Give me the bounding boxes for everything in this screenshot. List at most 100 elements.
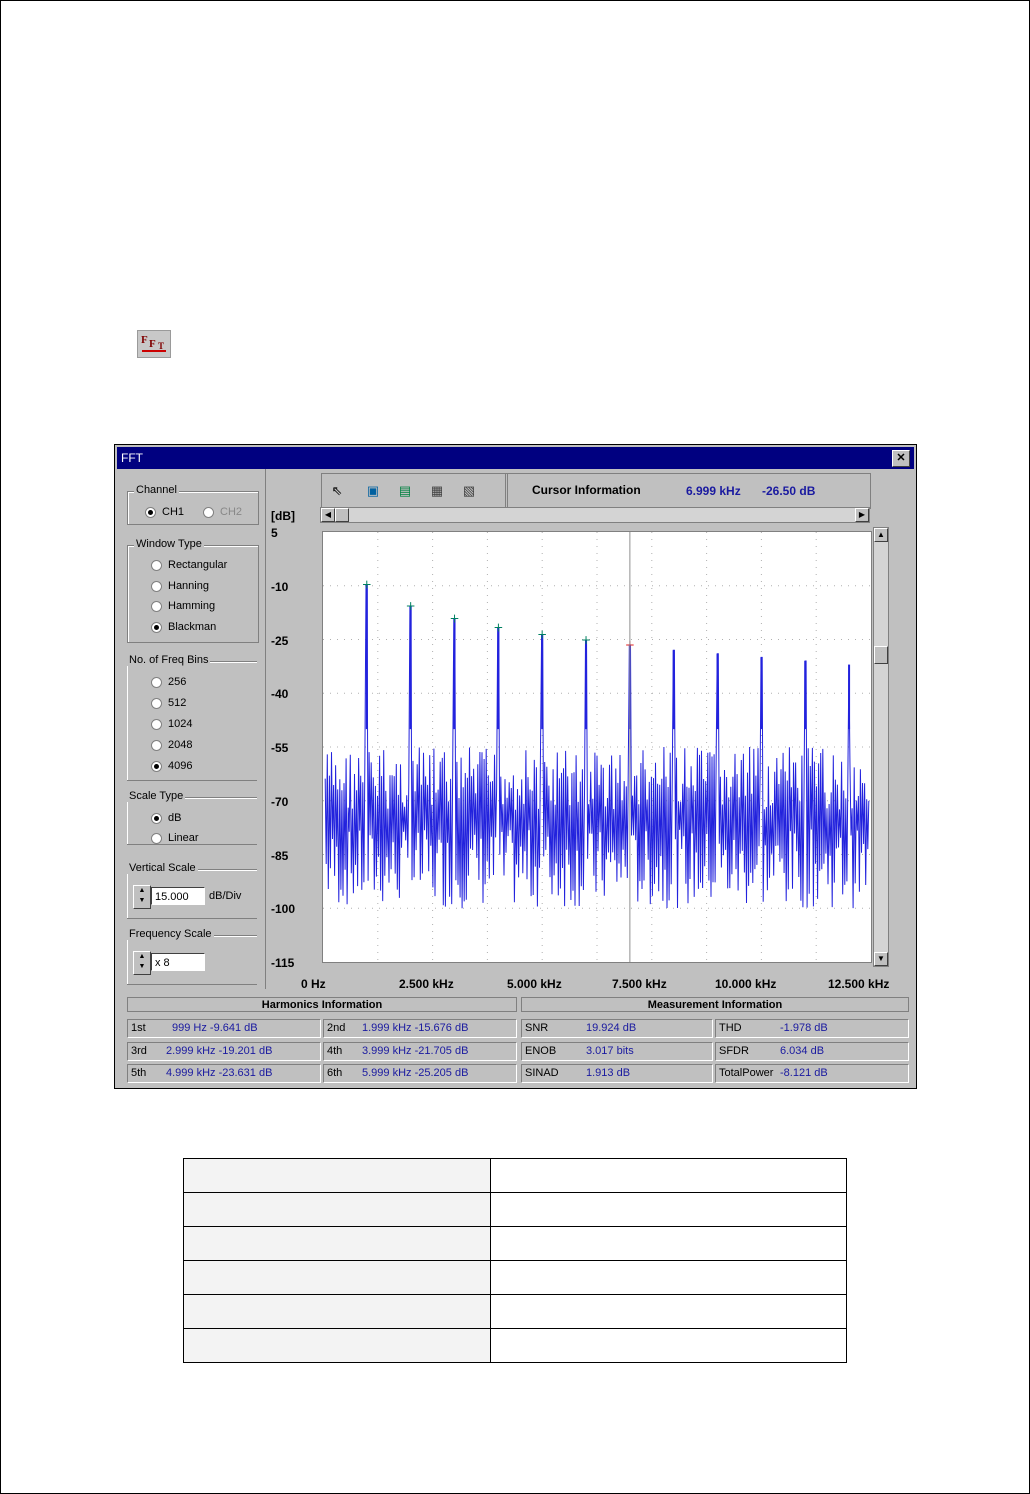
pointer-tool-button[interactable]: ⇖: [326, 480, 348, 502]
cursor-amplitude: -26.50 dB: [762, 484, 816, 498]
fft-icon-glyph: F: [141, 334, 148, 346]
table-cell: [490, 1294, 847, 1329]
table-cell: [183, 1328, 491, 1363]
cursor-info-label: Cursor Information: [532, 483, 641, 497]
radio-scale-db[interactable]: dB: [151, 811, 181, 825]
measurement-row: SNR 19.924 dB: [521, 1019, 713, 1038]
table-cell: [490, 1158, 847, 1193]
table-row: [183, 1192, 847, 1227]
y-tick-label: -10: [271, 579, 289, 594]
table-cell: [183, 1158, 491, 1193]
cursor-freq: 6.999 kHz: [686, 484, 741, 498]
scroll-right-icon[interactable]: ▶: [855, 508, 869, 522]
spinner-up-icon[interactable]: ▲: [139, 953, 146, 960]
harmonics-title: Harmonics Information: [127, 997, 517, 1012]
table-cell: [183, 1226, 491, 1261]
radio-ch2[interactable]: CH2: [203, 505, 242, 519]
bmp-tool-button[interactable]: ▦: [426, 480, 448, 502]
radio-scale-linear[interactable]: Linear: [151, 831, 199, 845]
table-row: [183, 1260, 847, 1295]
table-row: [183, 1294, 847, 1329]
plot-toolbar: ⇖ ▣ ▤ ▦ ▧: [321, 473, 508, 509]
vertical-scale-unit: dB/Div: [209, 890, 242, 902]
table-cell: [183, 1260, 491, 1295]
cursor-info: Cursor Information 6.999 kHz -26.50 dB: [505, 473, 871, 509]
vertical-scale-input[interactable]: 15.000: [151, 887, 205, 905]
harmonic-row: 5th 4.999 kHz -23.631 dB: [127, 1064, 321, 1083]
scroll-down-icon[interactable]: ▼: [874, 952, 888, 966]
jpg-icon: ▧: [462, 483, 476, 498]
radio-ch1[interactable]: CH1: [145, 505, 184, 519]
y-tick-label: -25: [271, 633, 289, 648]
y-tick-label: -85: [271, 848, 289, 863]
radio-bins-1024[interactable]: 1024: [151, 717, 192, 731]
measurement-title: Measurement Information: [521, 997, 909, 1012]
scroll-up-icon[interactable]: ▲: [874, 528, 888, 542]
title-bar: FFT ✕: [117, 447, 914, 469]
table-row: [183, 1226, 847, 1261]
frequency-scale-spinner[interactable]: ▲ ▼: [133, 951, 151, 975]
radio-bins-512[interactable]: 512: [151, 696, 186, 710]
radio-rectangular[interactable]: Rectangular: [151, 558, 227, 572]
close-icon: ✕: [896, 452, 906, 464]
window-type-label: Window Type: [134, 538, 204, 550]
radio-bins-4096[interactable]: 4096: [151, 759, 192, 773]
y-tick-label: -70: [271, 794, 289, 809]
radio-blackman[interactable]: Blackman: [151, 620, 216, 634]
spectrum-line: [324, 584, 870, 909]
y-axis-label: [dB]: [271, 509, 295, 523]
fft-icon[interactable]: F F T: [137, 330, 171, 358]
vertical-scrollbar[interactable]: ▲ ▼: [873, 527, 889, 967]
table-cell: [183, 1294, 491, 1329]
radio-bins-2048[interactable]: 2048: [151, 738, 192, 752]
frequency-scale-label: Frequency Scale: [127, 928, 214, 940]
harmonic-row: 2nd 1.999 kHz -15.676 dB: [323, 1019, 517, 1038]
x-tick-label: 2.500 kHz: [399, 977, 454, 991]
y-tick-label: 5: [271, 526, 278, 540]
harmonic-marker: +: [493, 621, 503, 635]
table-cell: [490, 1260, 847, 1295]
fft-spectrum-plot[interactable]: ++++ + + +: [322, 531, 872, 963]
y-tick-label: -100: [271, 902, 296, 917]
measurement-row: TotalPower -8.121 dB: [715, 1064, 909, 1083]
measurement-row: ENOB 3.017 bits: [521, 1042, 713, 1061]
frequency-scale-input[interactable]: x 8: [151, 953, 205, 971]
table-cell: [490, 1192, 847, 1227]
table-cell: [490, 1328, 847, 1363]
measurement-row: SINAD 1.913 dB: [521, 1064, 713, 1083]
y-tick-label: -115: [271, 956, 295, 970]
settings-panel: Channel CH1 CH2 Window Type Rectangular …: [117, 469, 266, 989]
spinner-down-icon[interactable]: ▼: [139, 963, 146, 970]
jpg-tool-button[interactable]: ▧: [458, 480, 480, 502]
bmp-icon: ▦: [430, 483, 444, 498]
harmonic-row: 1st 999 Hz -9.641 dB: [127, 1019, 321, 1038]
x-tick-label: 0 Hz: [301, 977, 326, 991]
window-title: FFT: [121, 451, 143, 465]
radio-bins-256[interactable]: 256: [151, 675, 186, 689]
harmonic-marker: +: [362, 577, 372, 591]
close-button[interactable]: ✕: [892, 450, 910, 467]
x-tick-label: 12.500 kHz: [828, 977, 890, 991]
channel-label: Channel: [134, 484, 179, 496]
spinner-up-icon[interactable]: ▲: [139, 887, 146, 894]
harmonic-row: 6th 5.999 kHz -25.205 dB: [323, 1064, 517, 1083]
spinner-down-icon[interactable]: ▼: [139, 897, 146, 904]
horizontal-scrollbar[interactable]: ◀ ▶: [320, 507, 870, 523]
harmonics-panel: Harmonics Information 1st 999 Hz -9.641 d…: [127, 997, 517, 1085]
vertical-scroll-thumb[interactable]: [874, 646, 888, 664]
table-row: [183, 1328, 847, 1363]
harmonic-marker: +: [449, 612, 459, 626]
measurement-panel: Measurement Information SNR 19.924 dB THD…: [521, 997, 909, 1085]
excel-tool-button[interactable]: ▤: [394, 480, 416, 502]
table-row: [183, 1158, 847, 1193]
scroll-thumb[interactable]: [335, 508, 349, 522]
excel-icon: ▤: [398, 483, 412, 498]
scale-type-label: Scale Type: [127, 790, 186, 802]
scroll-left-icon[interactable]: ◀: [321, 508, 335, 522]
table-cell: [183, 1192, 491, 1227]
radio-hamming[interactable]: Hamming: [151, 599, 215, 613]
radio-hanning[interactable]: Hanning: [151, 579, 209, 593]
copy-tool-button[interactable]: ▣: [362, 480, 384, 502]
y-tick-label: -40: [271, 687, 289, 702]
vertical-scale-spinner[interactable]: ▲ ▼: [133, 885, 151, 909]
